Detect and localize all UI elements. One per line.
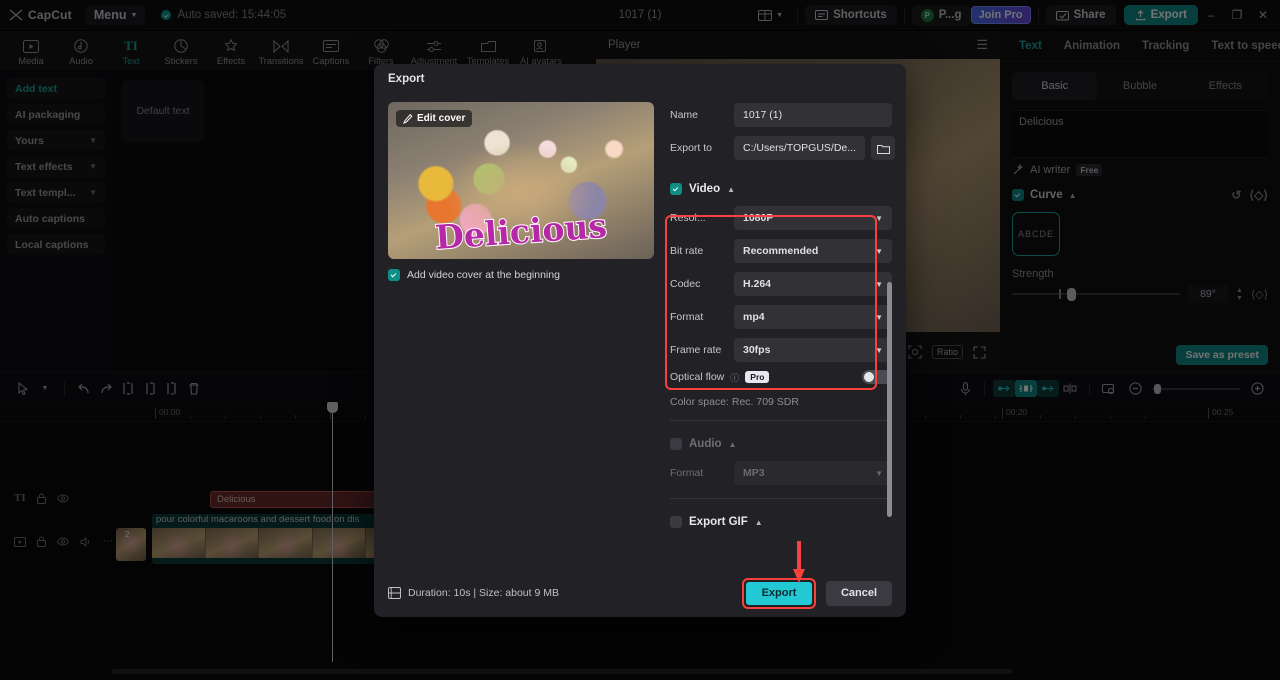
dialog-title: Export [388, 73, 425, 85]
export-gif-header[interactable]: Export GIF ▲ [670, 511, 892, 533]
audio-format-label: Format [670, 467, 704, 479]
cancel-button[interactable]: Cancel [826, 580, 892, 606]
export-path-input[interactable]: C:/Users/TOPGUS/De... [734, 136, 865, 160]
framerate-label: Frame rate [670, 344, 722, 356]
format-row: Format mp4 ▼ [670, 304, 892, 330]
format-value: mp4 [743, 311, 765, 323]
cover-text-overlay: Delicious [433, 205, 609, 258]
arrow-shaft [797, 541, 801, 571]
export-to-row: Export to C:/Users/TOPGUS/De... [670, 135, 895, 161]
cover-section: Edit cover Delicious Add video cover at … [388, 102, 654, 281]
codec-select[interactable]: H.264 ▼ [734, 272, 892, 296]
bitrate-select[interactable]: Recommended ▼ [734, 239, 892, 263]
add-video-cover-label: Add video cover at the beginning [407, 269, 560, 281]
framerate-row: Frame rate 30fps ▼ [670, 337, 892, 363]
pro-badge: Pro [745, 371, 770, 383]
color-space-text: Color space: Rec. 709 SDR [670, 396, 799, 408]
info-icon[interactable]: ⓘ [730, 371, 739, 384]
dialog-footer: Duration: 10s | Size: about 9 MB Export … [374, 569, 906, 617]
dialog-scrollbar[interactable] [887, 134, 892, 534]
resolution-select[interactable]: 1080P ▼ [734, 206, 892, 230]
format-select[interactable]: mp4 ▼ [734, 305, 892, 329]
arrow-head [793, 569, 805, 583]
scrollbar-thumb[interactable] [887, 282, 892, 517]
chevron-up-icon[interactable]: ▲ [727, 185, 735, 194]
audio-section-header[interactable]: Audio ▲ [670, 433, 892, 455]
resolution-value: 1080P [743, 212, 774, 224]
export-to-label: Export to [670, 142, 713, 154]
format-label: Format [670, 311, 704, 323]
bitrate-label: Bit rate [670, 245, 704, 257]
dialog-actions: Export Cancel [742, 577, 892, 609]
dialog-body: Edit cover Delicious Add video cover at … [374, 94, 906, 569]
audio-section-label: Audio [689, 438, 722, 450]
cover-preview: Edit cover Delicious [388, 102, 654, 259]
name-input[interactable]: 1017 (1) [734, 103, 892, 127]
export-settings: Name 1017 (1) Export to C:/Users/TOPGUS/… [670, 102, 895, 533]
chevron-down-icon: ▼ [875, 246, 883, 256]
name-label: Name [670, 109, 699, 121]
video-section-header[interactable]: Video ▲ [670, 178, 892, 200]
audio-format-select: MP3 ▼ [734, 461, 892, 485]
resolution-label: Resol... [670, 212, 706, 224]
audio-format-row: Format MP3 ▼ [670, 460, 892, 486]
video-section-label: Video [689, 183, 721, 195]
codec-value: H.264 [743, 278, 772, 290]
video-checkbox[interactable] [670, 183, 682, 195]
framerate-select[interactable]: 30fps ▼ [734, 338, 892, 362]
resolution-row: Resol... 1080P ▼ [670, 205, 892, 231]
divider [670, 420, 892, 421]
export-gif-label: Export GIF [689, 516, 748, 528]
chevron-up-icon[interactable]: ▲ [729, 440, 737, 449]
chevron-up-icon[interactable]: ▲ [755, 518, 763, 527]
annotation-arrow [793, 541, 805, 585]
bitrate-row: Bit rate Recommended ▼ [670, 238, 892, 264]
name-row: Name 1017 (1) [670, 102, 892, 128]
bitrate-value: Recommended [743, 245, 819, 257]
edit-cover-label: Edit cover [417, 113, 466, 124]
export-gif-checkbox[interactable] [670, 516, 682, 528]
duration-text: Duration: 10s | Size: about 9 MB [408, 587, 559, 599]
add-video-cover-checkbox[interactable] [388, 269, 400, 281]
optical-flow-label: Optical flow [670, 371, 725, 383]
chevron-down-icon: ▼ [875, 213, 883, 223]
chevron-down-icon: ▼ [875, 279, 883, 289]
duration-info: Duration: 10s | Size: about 9 MB [388, 587, 559, 599]
audio-format-value: MP3 [743, 467, 765, 479]
add-video-cover-row[interactable]: Add video cover at the beginning [388, 269, 654, 281]
film-icon [388, 587, 401, 599]
pencil-icon [403, 113, 413, 124]
audio-checkbox[interactable] [670, 438, 682, 450]
edit-cover-button[interactable]: Edit cover [396, 110, 473, 127]
codec-row: Codec H.264 ▼ [670, 271, 892, 297]
chevron-down-icon: ▼ [875, 312, 883, 322]
divider [670, 498, 892, 499]
codec-label: Codec [670, 278, 701, 290]
framerate-value: 30fps [743, 344, 771, 356]
optical-flow-row: Optical flow ⓘ Pro [670, 370, 892, 384]
chevron-down-icon: ▼ [875, 345, 883, 355]
export-dialog: Export Edit cover Delicious Add video co… [374, 64, 906, 617]
chevron-down-icon: ▼ [875, 468, 883, 478]
